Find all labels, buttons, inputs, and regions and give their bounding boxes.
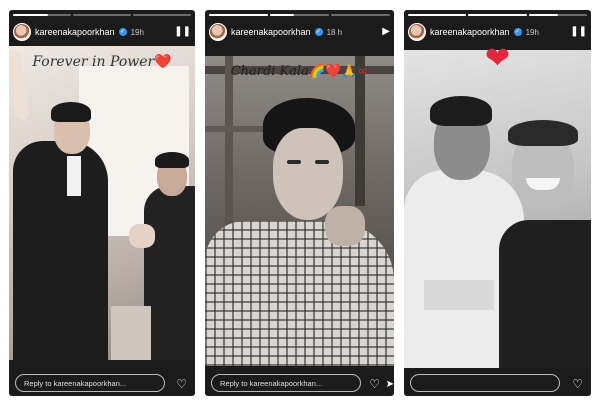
send-icon[interactable]: ➤: [386, 379, 394, 390]
story-header: kareenakapoorkhan ✓ 19h ❚❚: [408, 21, 587, 43]
heart-sticker-icon: ❤: [484, 42, 511, 75]
progress-segment: [331, 14, 390, 16]
avatar[interactable]: [13, 23, 31, 41]
verified-icon: ✓: [314, 28, 323, 36]
like-heart-icon[interactable]: ♡: [572, 378, 583, 390]
story-header: kareenakapoorkhan ✓ 19h ❚❚: [13, 21, 191, 43]
avatar[interactable]: [209, 23, 227, 41]
story-photo: [404, 50, 591, 368]
progress-segment: [528, 14, 587, 16]
caption-text: Forever in Power: [32, 54, 155, 70]
story-progress-bar: [408, 14, 587, 16]
emoji-icons: 🌈❤️🙏∞: [308, 64, 369, 79]
like-heart-icon[interactable]: ♡: [369, 378, 380, 390]
story-time: 18 h: [326, 27, 343, 37]
story-photo: [9, 46, 195, 360]
verified-icon: ✓: [513, 28, 522, 36]
story-time: 19h: [525, 27, 539, 37]
progress-segment: [209, 14, 268, 16]
username[interactable]: kareenakapoorkhan: [430, 27, 510, 37]
progress-segment: [270, 14, 329, 16]
caption-text: Chardi Kala: [230, 64, 309, 79]
progress-segment: [468, 14, 527, 16]
story-panel-3[interactable]: kareenakapoorkhan ✓ 19h ❚❚ ❤ ♡: [404, 10, 591, 396]
story-time: 19h: [130, 27, 144, 37]
progress-segment: [133, 14, 191, 16]
username[interactable]: kareenakapoorkhan: [35, 27, 115, 37]
story-panel-2[interactable]: kareenakapoorkhan ✓ 18 h ▶ Chardi Kala🌈❤…: [205, 10, 394, 396]
verified-icon: ✓: [118, 28, 127, 36]
username[interactable]: kareenakapoorkhan: [231, 27, 311, 37]
story-photo: [205, 56, 394, 366]
play-icon[interactable]: ▶: [382, 27, 390, 37]
pause-icon[interactable]: ❚❚: [174, 27, 191, 37]
story-progress-bar: [209, 14, 390, 16]
story-caption: Forever in Power❤️: [9, 54, 195, 70]
reply-placeholder: Reply to kareenakapoorkhan...: [220, 378, 323, 388]
reply-input[interactable]: [410, 374, 560, 392]
reply-input[interactable]: Reply to kareenakapoorkhan...: [15, 374, 165, 392]
story-progress-bar: [13, 14, 191, 16]
like-heart-icon[interactable]: ♡: [176, 378, 187, 390]
story-caption: Chardi Kala🌈❤️🙏∞: [205, 64, 394, 79]
reply-input[interactable]: Reply to kareenakapoorkhan...: [211, 374, 361, 392]
heart-emoji-icon: ❤️: [154, 54, 172, 70]
pause-icon[interactable]: ❚❚: [570, 27, 587, 37]
avatar[interactable]: [408, 23, 426, 41]
progress-segment: [73, 14, 131, 16]
progress-segment: [408, 14, 467, 16]
progress-segment: [13, 14, 71, 16]
story-panel-1[interactable]: kareenakapoorkhan ✓ 19h ❚❚ Forever in Po…: [9, 10, 195, 396]
story-header: kareenakapoorkhan ✓ 18 h ▶: [209, 21, 390, 43]
reply-placeholder: Reply to kareenakapoorkhan...: [24, 378, 127, 388]
